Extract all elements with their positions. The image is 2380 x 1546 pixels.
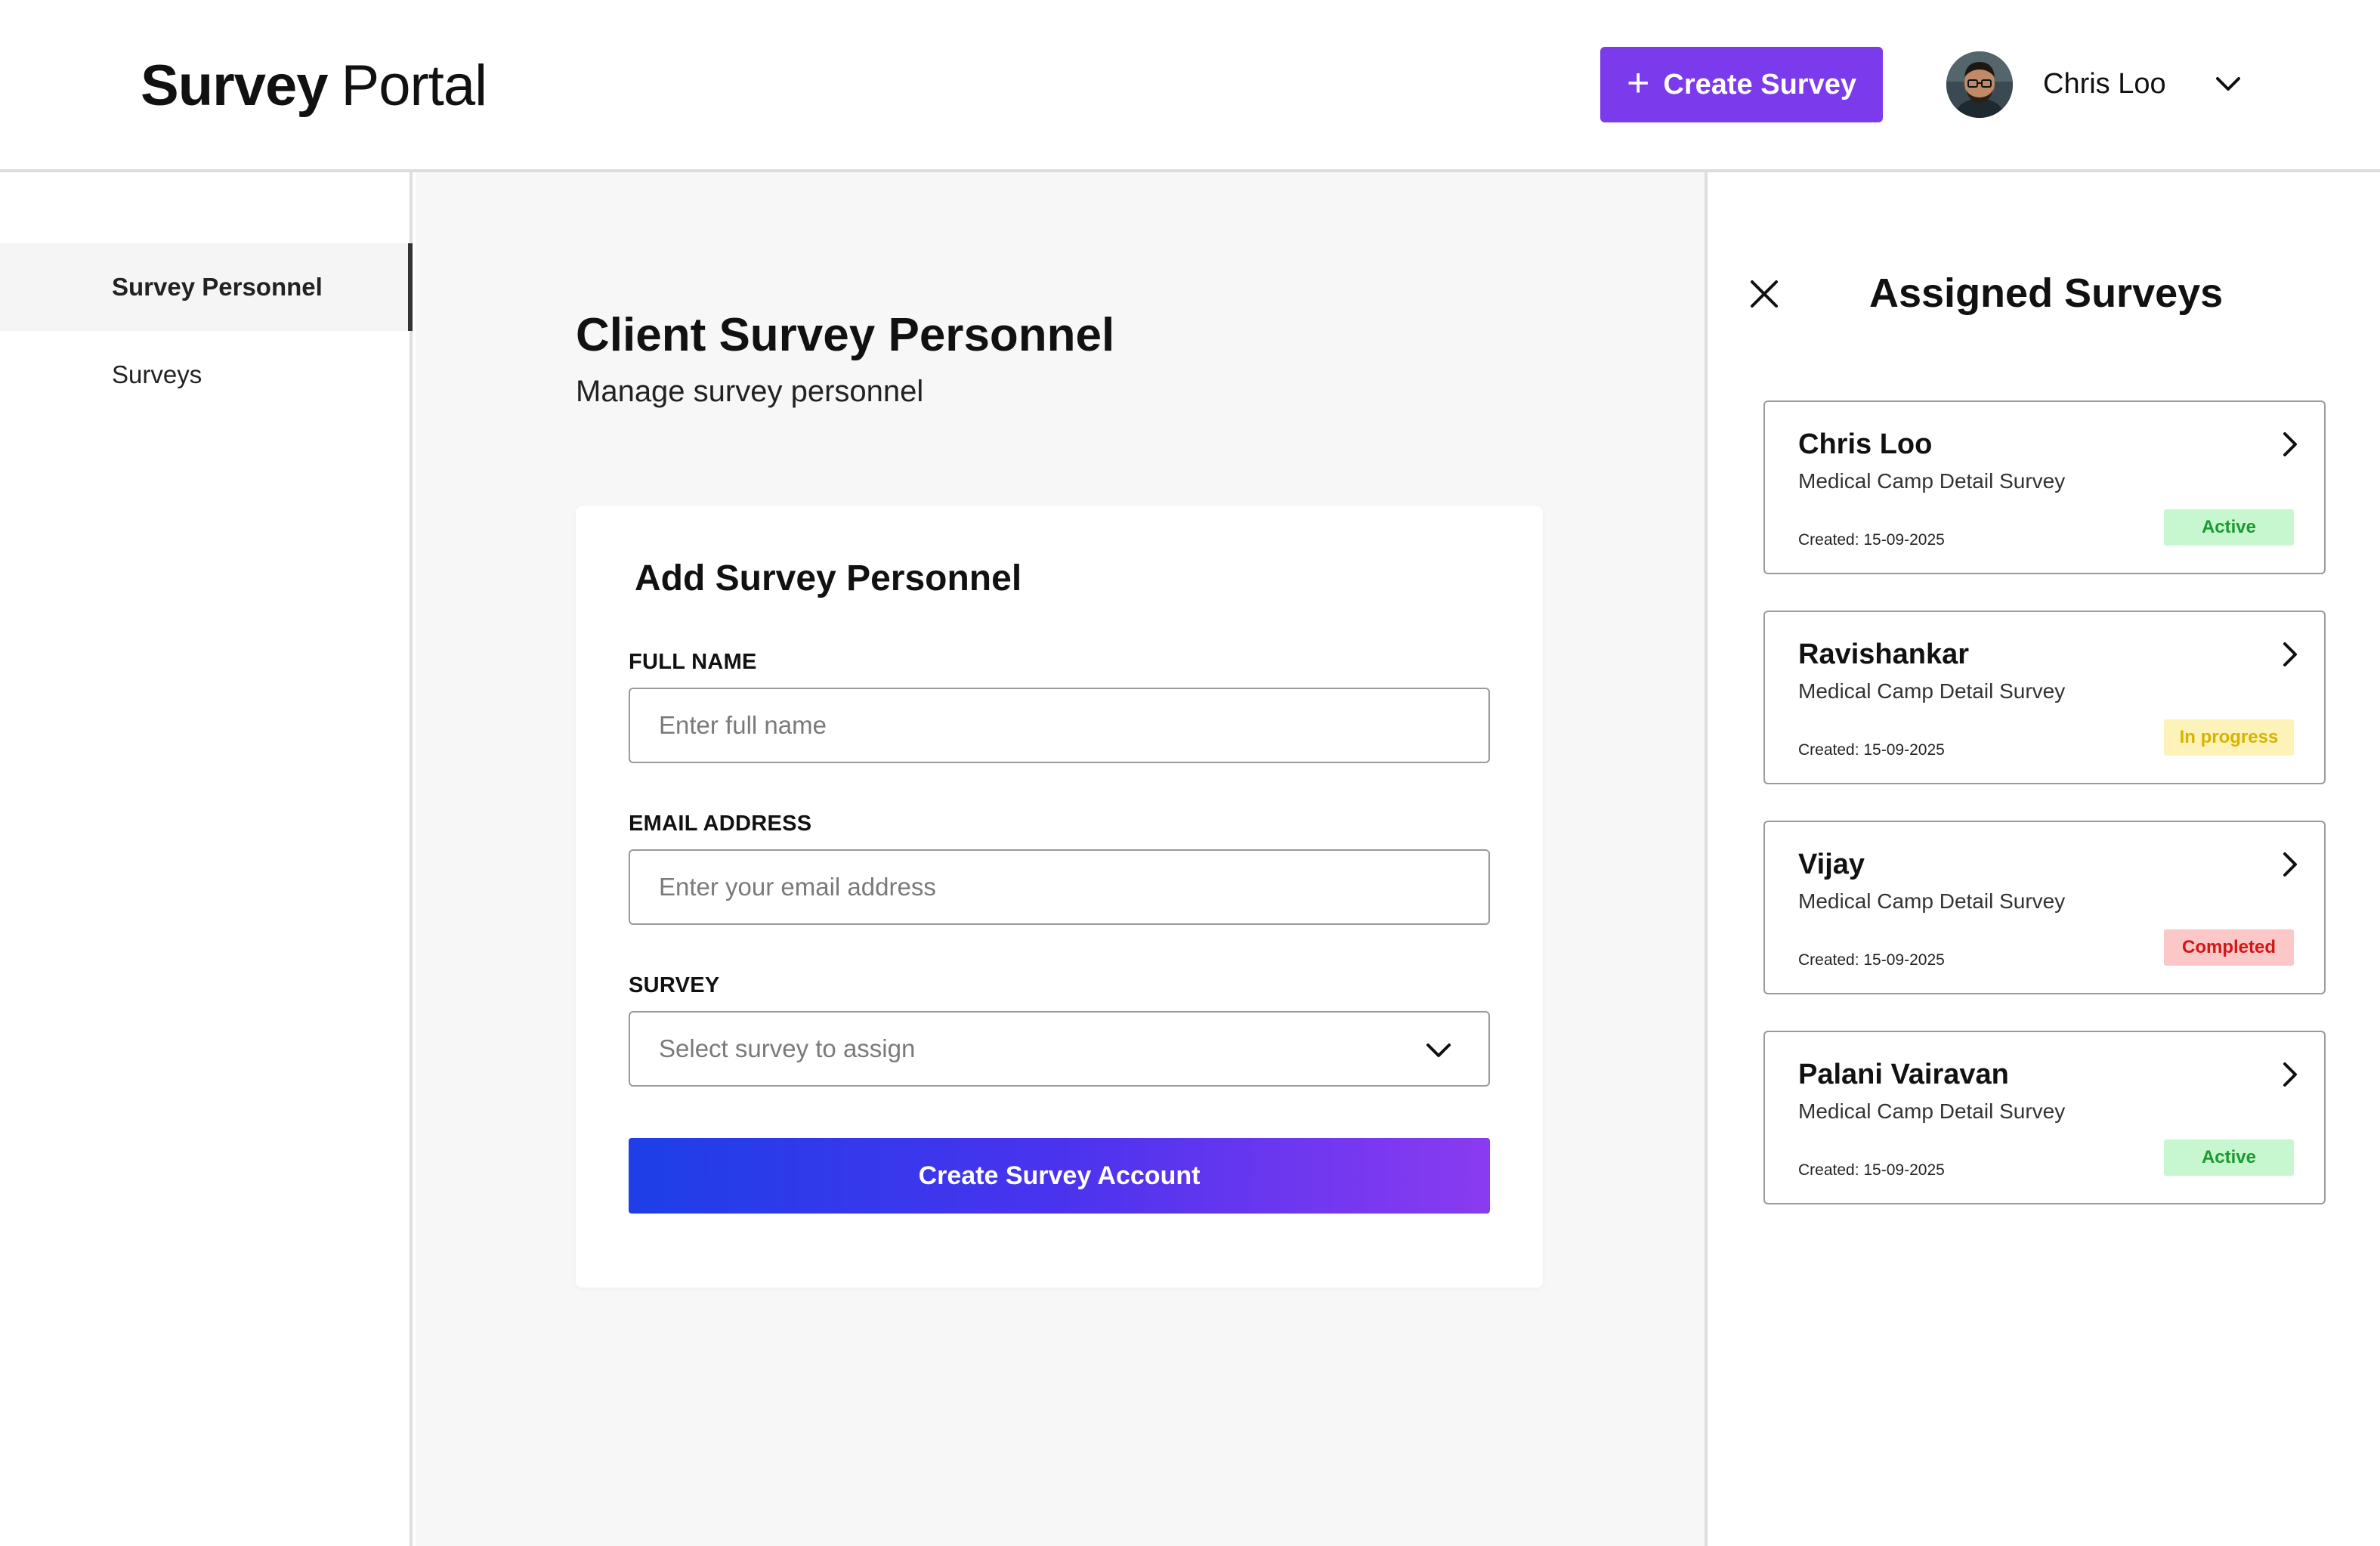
panel-title: Assigned Surveys bbox=[1869, 271, 2224, 316]
chevron-right-icon[interactable] bbox=[2279, 849, 2300, 880]
app-logo[interactable]: Survey Portal bbox=[141, 48, 487, 124]
sidebar: Survey Personnel Surveys bbox=[0, 172, 413, 1546]
brand-name-strong: Survey bbox=[141, 54, 328, 118]
sidebar-item-label: Survey Personnel bbox=[112, 273, 323, 301]
survey-select-placeholder: Select survey to assign bbox=[659, 1034, 916, 1062]
create-survey-label: Create Survey bbox=[1663, 68, 1856, 100]
personnel-name: Chris Loo bbox=[1798, 428, 1933, 460]
created-date: Created: 15-09-2025 bbox=[1798, 951, 1945, 969]
personnel-name: Palani Vairavan bbox=[1798, 1059, 2009, 1090]
add-personnel-form: Add Survey Personnel FULL NAME EMAIL ADD… bbox=[576, 506, 1543, 1288]
full-name-label: FULL NAME bbox=[629, 650, 757, 674]
chevron-right-icon[interactable] bbox=[2279, 639, 2300, 669]
status-badge: In progress bbox=[2164, 719, 2294, 756]
close-icon[interactable] bbox=[1748, 278, 1780, 310]
create-survey-account-button[interactable]: Create Survey Account bbox=[629, 1138, 1490, 1214]
chevron-right-icon[interactable] bbox=[2279, 1059, 2300, 1090]
survey-select[interactable]: Select survey to assign bbox=[629, 1011, 1490, 1087]
status-badge: Completed bbox=[2164, 929, 2294, 966]
brand-name-light: Portal bbox=[341, 54, 488, 118]
chevron-down-icon bbox=[1426, 1044, 1451, 1057]
assigned-survey-card[interactable]: Chris Loo Medical Camp Detail Survey Cre… bbox=[1763, 400, 2326, 574]
assigned-surveys-panel: Assigned Surveys Chris Loo Medical Camp … bbox=[1705, 172, 2380, 1546]
page-subtitle: Manage survey personnel bbox=[576, 375, 924, 408]
assigned-survey-card[interactable]: Vijay Medical Camp Detail Survey Created… bbox=[1763, 821, 2326, 994]
top-header: Survey Portal + Create Survey Chris Loo bbox=[0, 0, 2380, 172]
email-input[interactable] bbox=[659, 851, 1488, 923]
assigned-survey-card[interactable]: Ravishankar Medical Camp Detail Survey C… bbox=[1763, 611, 2326, 784]
sidebar-item-surveys[interactable]: Surveys bbox=[0, 331, 413, 419]
created-date: Created: 15-09-2025 bbox=[1798, 741, 1945, 759]
assigned-survey-card[interactable]: Palani Vairavan Medical Camp Detail Surv… bbox=[1763, 1031, 2326, 1204]
email-label: EMAIL ADDRESS bbox=[629, 812, 812, 836]
user-avatar[interactable] bbox=[1946, 51, 2013, 118]
main-content: Client Survey Personnel Manage survey pe… bbox=[416, 172, 1705, 1546]
email-field-wrapper bbox=[629, 849, 1490, 925]
created-date: Created: 15-09-2025 bbox=[1798, 1161, 1945, 1179]
create-survey-button[interactable]: + Create Survey bbox=[1600, 47, 1883, 122]
sidebar-item-label: Surveys bbox=[112, 360, 202, 388]
status-badge: Active bbox=[2164, 1139, 2294, 1176]
chevron-right-icon[interactable] bbox=[2279, 429, 2300, 459]
full-name-input[interactable] bbox=[659, 689, 1488, 762]
survey-name: Medical Camp Detail Survey bbox=[1798, 469, 2066, 493]
survey-name: Medical Camp Detail Survey bbox=[1798, 679, 2066, 703]
survey-name: Medical Camp Detail Survey bbox=[1798, 889, 2066, 913]
plus-icon: + bbox=[1627, 61, 1650, 105]
full-name-field-wrapper bbox=[629, 688, 1490, 763]
survey-name: Medical Camp Detail Survey bbox=[1798, 1099, 2066, 1123]
sidebar-item-survey-personnel[interactable]: Survey Personnel bbox=[0, 243, 413, 331]
avatar-image bbox=[1946, 51, 2013, 118]
personnel-name: Vijay bbox=[1798, 849, 1865, 880]
created-date: Created: 15-09-2025 bbox=[1798, 531, 1945, 549]
form-title: Add Survey Personnel bbox=[635, 558, 1022, 598]
status-badge: Active bbox=[2164, 509, 2294, 546]
user-name[interactable]: Chris Loo bbox=[2043, 65, 2166, 103]
survey-label: SURVEY bbox=[629, 973, 720, 997]
page-title: Client Survey Personnel bbox=[576, 309, 1115, 361]
personnel-name: Ravishankar bbox=[1798, 638, 1970, 670]
chevron-down-icon[interactable] bbox=[2208, 70, 2249, 100]
